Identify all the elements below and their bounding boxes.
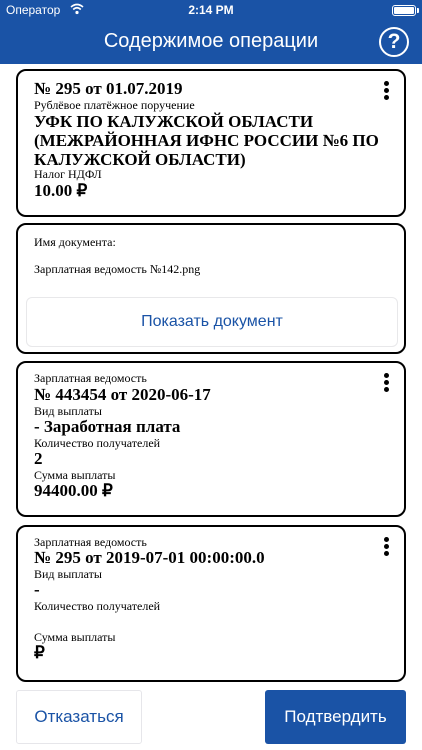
sum-value: 94400.00 ₽ (34, 481, 113, 500)
payout-type: - (34, 580, 40, 599)
payout-type: - Заработная плата (34, 417, 181, 436)
payroll-card-2: Зарплатная ведомость № 295 от 2019-07-01… (16, 525, 406, 682)
payroll-card-1: Зарплатная ведомость № 443454 от 2020-06… (16, 361, 406, 517)
status-time: 2:14 PM (188, 3, 234, 17)
help-icon[interactable]: ? (379, 27, 409, 57)
recipients-label: Количество получателей (34, 599, 161, 613)
document-card: Имя документа: Зарплатная ведомость №142… (16, 223, 406, 354)
recipients-count: 2 (34, 449, 43, 468)
document-name-label: Имя документа: (34, 235, 116, 249)
page-title: Содержимое операции (103, 30, 319, 52)
show-document-button[interactable]: Показать документ (26, 297, 398, 347)
payroll-number: № 295 от 2019-07-01 00:00:00.0 (34, 548, 265, 567)
more-vertical-icon[interactable] (384, 373, 390, 393)
payroll-label: Зарплатная ведомость (34, 371, 147, 385)
more-vertical-icon[interactable] (384, 537, 390, 557)
sum-value: ₽ (34, 643, 45, 662)
payroll-number: № 443454 от 2020-06-17 (34, 385, 211, 404)
recipients-label: Количество получателей (34, 436, 161, 450)
document-file-name: Зарплатная ведомость №142.png (34, 262, 201, 276)
payout-type-label: Вид выплаты (34, 567, 102, 581)
status-bar: Оператор 2:14 PM (0, 0, 422, 22)
nav-bar: Содержимое операции ? (0, 22, 422, 64)
payment-number: № 295 от 01.07.2019 (34, 79, 183, 98)
payment-card: № 295 от 01.07.2019 Рублёвое платёжное п… (16, 69, 406, 217)
payment-amount: 10.00 ₽ (34, 181, 88, 200)
more-vertical-icon[interactable] (384, 81, 390, 101)
payment-recipient: УФК ПО КАЛУЖСКОЙ ОБЛАСТИ (МЕЖРАЙОННАЯ ИФ… (34, 112, 379, 169)
battery-tip (417, 8, 419, 13)
confirm-button[interactable]: Подтвердить (265, 690, 406, 744)
battery-icon (392, 5, 416, 16)
refuse-button[interactable]: Отказаться (16, 690, 142, 744)
sum-label: Сумма выплаты (34, 630, 116, 644)
payment-purpose: Налог НДФЛ (34, 167, 102, 181)
payment-type: Рублёвое платёжное поручение (34, 98, 195, 112)
